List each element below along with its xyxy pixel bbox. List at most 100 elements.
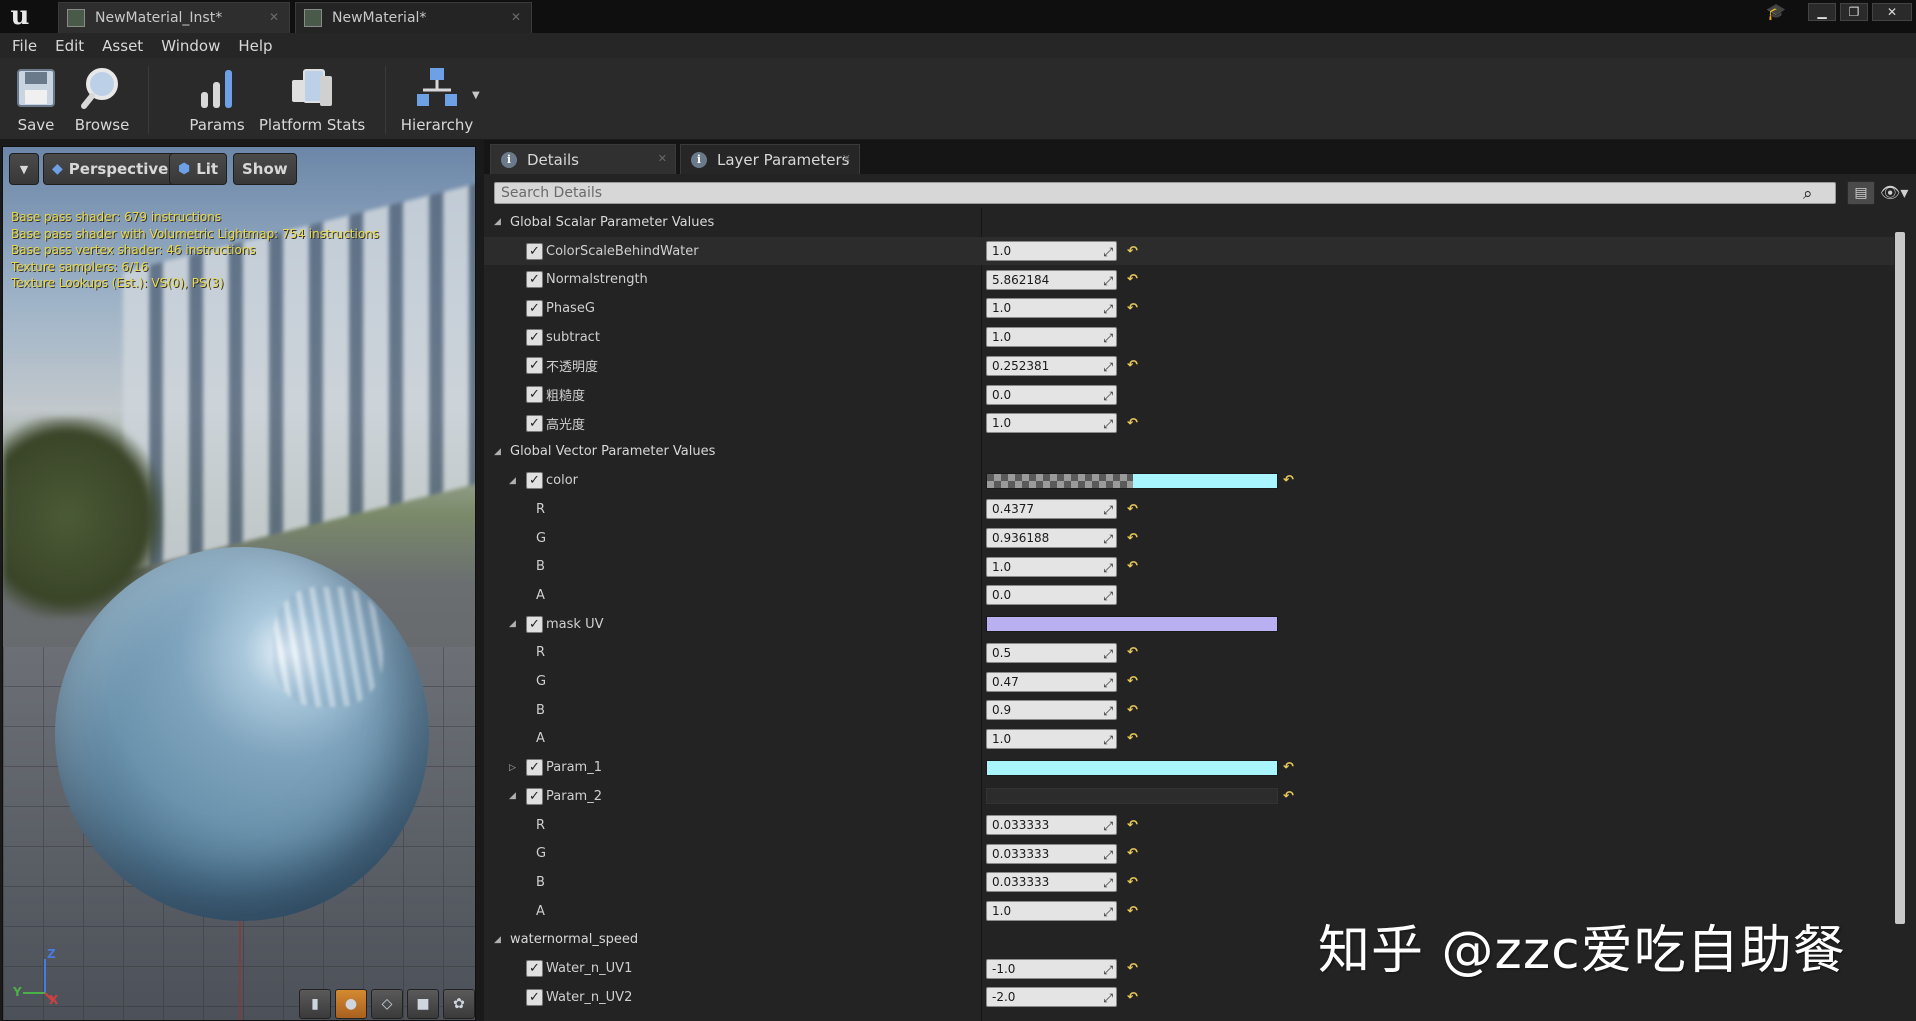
reset-to-default-icon[interactable]: ↶ — [1127, 502, 1138, 517]
close-icon[interactable]: ✕ — [511, 10, 521, 24]
reset-to-default-icon[interactable]: ↶ — [1127, 559, 1138, 574]
color-swatch[interactable] — [986, 759, 1278, 776]
reset-to-default-icon[interactable]: ↶ — [1127, 731, 1138, 746]
drag-arrows-icon[interactable]: ⤢ — [1103, 530, 1113, 548]
value-field[interactable]: 0.033333 ⤢ — [986, 815, 1117, 836]
value-field[interactable]: 5.862184 ⤢ — [986, 269, 1117, 290]
drag-arrows-icon[interactable]: ⤢ — [1103, 702, 1113, 720]
category-scalar[interactable]: ◢ Global Scalar Parameter Values — [484, 208, 1894, 237]
value-field[interactable]: 1.0 ⤢ — [986, 298, 1117, 319]
category-vector[interactable]: ◢ Global Vector Parameter Values — [484, 438, 1894, 467]
save-button[interactable]: Save — [12, 62, 60, 138]
preview-viewport[interactable]: ▼ ◆ Perspective ⬢ Lit Show Base pass sha… — [2, 146, 476, 1021]
reset-to-default-icon[interactable]: ↶ — [1127, 703, 1138, 718]
value-field[interactable]: 0.0 ⤢ — [986, 585, 1117, 606]
reset-to-default-icon[interactable]: ↶ — [1127, 846, 1138, 861]
drag-arrows-icon[interactable]: ⤢ — [1103, 846, 1113, 864]
reset-to-default-icon[interactable]: ↶ — [1127, 875, 1138, 890]
close-icon[interactable]: ✕ — [269, 10, 279, 24]
drag-arrows-icon[interactable]: ⤢ — [1103, 817, 1113, 835]
search-details-input[interactable] — [494, 182, 1836, 204]
value-field[interactable]: 0.033333 ⤢ — [986, 843, 1117, 864]
sphere-icon[interactable]: ● — [335, 989, 367, 1019]
drag-arrows-icon[interactable]: ⤢ — [1103, 645, 1113, 663]
override-checkbox[interactable]: ✓ — [526, 787, 543, 805]
value-field[interactable]: 1.0 ⤢ — [986, 901, 1117, 922]
drag-arrows-icon[interactable]: ⤢ — [1103, 559, 1113, 577]
override-checkbox[interactable]: ✓ — [526, 960, 543, 978]
drag-arrows-icon[interactable]: ⤢ — [1103, 501, 1113, 519]
graduation-cap-icon[interactable]: 🎓 — [1766, 2, 1786, 21]
value-field[interactable]: 0.5 ⤢ — [986, 642, 1117, 663]
menu-file[interactable]: File — [12, 37, 51, 55]
viewport-options-dropdown[interactable]: ▼ — [9, 153, 39, 185]
override-checkbox[interactable]: ✓ — [526, 357, 543, 375]
value-field[interactable]: 0.0 ⤢ — [986, 384, 1117, 405]
reset-to-default-icon[interactable]: ↶ — [1283, 760, 1294, 775]
drag-arrows-icon[interactable]: ⤢ — [1103, 903, 1113, 921]
value-field[interactable]: -2.0 ⤢ — [986, 987, 1117, 1008]
browse-button[interactable]: Browse — [74, 62, 130, 138]
value-field[interactable]: 1.0 ⤢ — [986, 413, 1117, 434]
drag-arrows-icon[interactable]: ⤢ — [1103, 989, 1113, 1007]
reset-to-default-icon[interactable]: ↶ — [1127, 904, 1138, 919]
lit-button[interactable]: ⬢ Lit — [169, 153, 228, 185]
expand-arrow-icon[interactable]: ▷ — [509, 763, 516, 773]
menu-window[interactable]: Window — [161, 37, 234, 55]
drag-arrows-icon[interactable]: ⤢ — [1103, 329, 1113, 347]
drag-arrows-icon[interactable]: ⤢ — [1103, 272, 1113, 290]
drag-arrows-icon[interactable]: ⤢ — [1103, 387, 1113, 405]
value-field[interactable]: 0.936188 ⤢ — [986, 528, 1117, 549]
plane-icon[interactable]: ◇ — [371, 989, 403, 1019]
perspective-button[interactable]: ◆ Perspective — [43, 153, 178, 185]
cube-icon[interactable]: ■ — [407, 989, 439, 1019]
override-checkbox[interactable]: ✓ — [526, 242, 543, 260]
hierarchy-button[interactable]: Hierarchy — [401, 62, 473, 138]
collapse-arrow-icon[interactable]: ◢ — [494, 217, 501, 227]
teapot-icon[interactable]: ✿ — [443, 989, 475, 1019]
cylinder-icon[interactable]: ▮ — [299, 989, 331, 1019]
reset-to-default-icon[interactable]: ↶ — [1127, 244, 1138, 259]
restore-button[interactable]: ❐ — [1840, 2, 1868, 21]
show-button[interactable]: Show — [233, 153, 297, 185]
drag-arrows-icon[interactable]: ⤢ — [1103, 674, 1113, 692]
override-checkbox[interactable]: ✓ — [526, 328, 543, 346]
value-field[interactable]: 1.0 ⤢ — [986, 728, 1117, 749]
reset-to-default-icon[interactable]: ↶ — [1127, 961, 1138, 976]
value-field[interactable]: 0.9 ⤢ — [986, 700, 1117, 721]
tab-layer-parameters[interactable]: i Layer Parameters ✕ — [680, 144, 860, 174]
params-button[interactable]: Params — [189, 62, 245, 138]
value-field[interactable]: 1.0 ⤢ — [986, 241, 1117, 262]
reset-to-default-icon[interactable]: ↶ — [1127, 416, 1138, 431]
reset-to-default-icon[interactable]: ↶ — [1127, 645, 1138, 660]
doc-tab-material[interactable]: NewMaterial* ✕ — [295, 2, 532, 33]
reset-to-default-icon[interactable]: ↶ — [1283, 473, 1294, 488]
platform-stats-button[interactable]: Platform Stats — [259, 62, 365, 138]
override-checkbox[interactable]: ✓ — [526, 386, 543, 404]
override-checkbox[interactable]: ✓ — [526, 615, 543, 633]
property-matrix-button[interactable]: ▤ — [1847, 181, 1875, 205]
value-field[interactable]: 0.47 ⤢ — [986, 671, 1117, 692]
hierarchy-dropdown-icon[interactable]: ▼ — [472, 90, 480, 101]
value-field[interactable]: 1.0 ⤢ — [986, 556, 1117, 577]
menu-edit[interactable]: Edit — [55, 37, 98, 55]
drag-arrows-icon[interactable]: ⤢ — [1103, 587, 1113, 605]
eye-icon[interactable]: 👁▾ — [1880, 183, 1908, 202]
doc-tab-material-instance[interactable]: NewMaterial_Inst* ✕ — [58, 2, 290, 33]
drag-arrows-icon[interactable]: ⤢ — [1103, 358, 1113, 376]
value-field[interactable]: 0.033333 ⤢ — [986, 872, 1117, 893]
value-field[interactable]: -1.0 ⤢ — [986, 958, 1117, 979]
search-icon[interactable]: ⌕ — [1803, 184, 1813, 204]
close-icon[interactable]: ✕ — [842, 152, 851, 165]
menu-asset[interactable]: Asset — [102, 37, 157, 55]
value-field[interactable]: 0.4377 ⤢ — [986, 499, 1117, 520]
color-swatch[interactable] — [986, 472, 1278, 489]
collapse-arrow-icon[interactable]: ◢ — [509, 791, 516, 801]
override-checkbox[interactable]: ✓ — [526, 299, 543, 317]
drag-arrows-icon[interactable]: ⤢ — [1103, 874, 1113, 892]
close-icon[interactable]: ✕ — [658, 152, 667, 165]
reset-to-default-icon[interactable]: ↶ — [1127, 358, 1138, 373]
reset-to-default-icon[interactable]: ↶ — [1127, 818, 1138, 833]
close-window-button[interactable]: ✕ — [1872, 2, 1912, 21]
color-swatch[interactable] — [986, 616, 1278, 633]
